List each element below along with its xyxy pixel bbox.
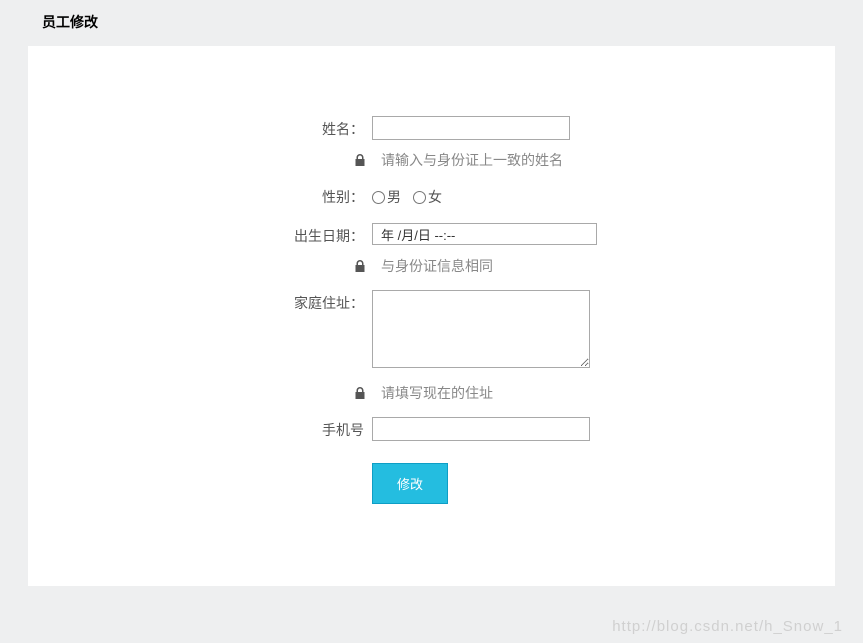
gender-male-label: 男	[387, 187, 401, 207]
gender-male-radio[interactable]	[372, 191, 385, 204]
lock-icon	[353, 259, 367, 273]
gender-female-label: 女	[428, 187, 442, 207]
gender-female-radio[interactable]	[413, 191, 426, 204]
gender-label: 性别：	[284, 184, 364, 207]
birthdate-hint: 与身份证信息相同	[381, 256, 493, 276]
address-hint: 请填写现在的住址	[381, 383, 493, 403]
address-label: 家庭住址：	[284, 290, 364, 313]
page-title: 员工修改	[0, 0, 863, 46]
name-label: 姓名：	[284, 116, 364, 139]
birthdate-row: 出生日期：	[28, 223, 835, 246]
phone-label: 手机号	[284, 417, 364, 440]
name-hint-row: 请输入与身份证上一致的姓名	[28, 150, 835, 170]
gender-row: 性别： 男 女	[28, 184, 835, 207]
gender-female-option[interactable]: 女	[413, 187, 442, 207]
address-input[interactable]	[372, 290, 590, 368]
address-hint-row: 请填写现在的住址	[28, 383, 835, 403]
lock-icon	[353, 386, 367, 400]
birthdate-input[interactable]	[372, 223, 597, 245]
phone-row: 手机号	[28, 417, 835, 441]
form-panel: 姓名： 请输入与身份证上一致的姓名 性别： 男 女	[28, 46, 835, 586]
submit-button[interactable]: 修改	[372, 463, 448, 504]
submit-row: 修改	[28, 463, 835, 504]
phone-input[interactable]	[372, 417, 590, 441]
name-row: 姓名：	[28, 116, 835, 140]
gender-male-option[interactable]: 男	[372, 187, 401, 207]
name-input[interactable]	[372, 116, 570, 140]
address-row: 家庭住址：	[28, 290, 835, 373]
watermark: http://blog.csdn.net/h_Snow_1	[612, 618, 843, 635]
lock-icon	[353, 153, 367, 167]
birthdate-label: 出生日期：	[284, 223, 364, 246]
name-hint: 请输入与身份证上一致的姓名	[381, 150, 563, 170]
birthdate-hint-row: 与身份证信息相同	[28, 256, 835, 276]
